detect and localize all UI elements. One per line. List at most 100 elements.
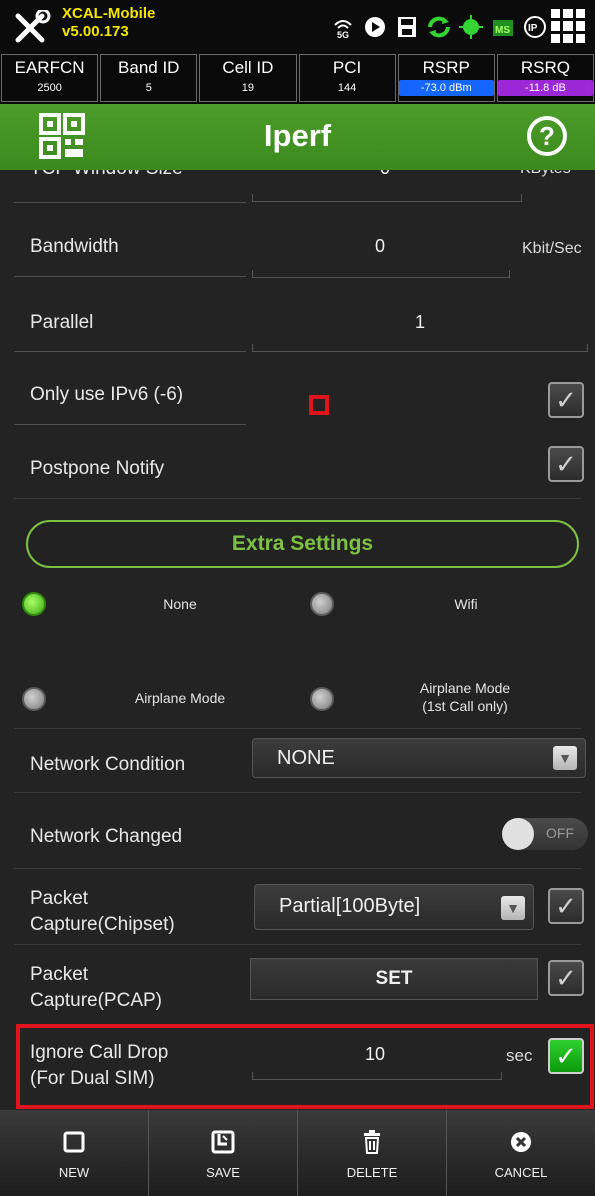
tcp-window-unit: KBytes (520, 170, 571, 178)
network-changed-label: Network Changed (30, 826, 183, 847)
network-condition-value: NONE (277, 747, 335, 769)
new-icon (59, 1127, 89, 1157)
ipv6-label: Only use IPv6 (-6) (30, 384, 184, 405)
delete-button[interactable]: DELETE (298, 1110, 447, 1196)
5g-signal-icon: 5G (330, 14, 356, 40)
tools-icon[interactable] (12, 10, 52, 44)
metric-label: Band ID (118, 58, 180, 77)
ignore-call-drop-checkbox[interactable]: ✓ (548, 1038, 584, 1074)
metric-value: 19 (241, 82, 255, 94)
save-icon (394, 14, 420, 40)
metric-value: -11.8 dB (497, 80, 594, 96)
cancel-icon (506, 1127, 536, 1157)
metric-band-id: Band ID 5 (100, 54, 198, 102)
packet-chipset-checkbox[interactable]: ✓ (548, 888, 584, 924)
status-bar: XCAL-Mobile v5.00.173 5G MS IP (0, 0, 595, 52)
new-label: NEW (58, 1164, 90, 1180)
grid-menu-icon[interactable] (551, 9, 585, 43)
ignore-call-drop-label: Ignore Call Drop (30, 1042, 169, 1063)
radio-airplane-first-call-label: Airplane Mode (419, 680, 511, 696)
chevron-down-icon: ▼ (553, 746, 577, 770)
status-icons: 5G MS IP (330, 12, 548, 42)
app-name: XCAL-Mobile (62, 5, 156, 22)
postpone-checkbox[interactable]: ✓ (548, 446, 584, 482)
tcp-window-row: TCP Window Size 0 KBytes (0, 170, 595, 208)
highlight-marker (309, 395, 329, 415)
metric-rsrp: RSRP -73.0 dBm (397, 54, 495, 102)
chevron-down-icon: ▼ (501, 896, 525, 920)
new-button[interactable]: NEW (0, 1110, 149, 1196)
radio-wifi-label: Wifi (454, 596, 478, 612)
ignore-call-drop-sublabel: (For Dual SIM) (30, 1068, 155, 1089)
help-icon[interactable]: ? (527, 116, 567, 156)
packet-pcap-checkbox[interactable]: ✓ (548, 960, 584, 996)
postpone-row: Postpone Notify ✓ (0, 446, 595, 506)
radio-airplane-label: Airplane Mode (134, 690, 226, 706)
network-condition-label: Network Condition (30, 754, 186, 775)
toggle-knob (502, 818, 534, 850)
ipv6-row: Only use IPv6 (-6) ✓ (0, 380, 595, 440)
bandwidth-label: Bandwidth (30, 236, 119, 257)
bandwidth-unit: Kbit/Sec (522, 240, 582, 257)
app-header: Iperf ? (0, 104, 595, 170)
ipv6-checkbox[interactable]: ✓ (548, 382, 584, 418)
radio-airplane[interactable] (22, 687, 46, 711)
trash-icon (357, 1127, 387, 1157)
parallel-label: Parallel (30, 312, 94, 333)
radio-none[interactable] (22, 592, 46, 616)
metric-label: PCI (332, 58, 362, 77)
packet-chipset-label: Packet (30, 888, 89, 909)
highlight-box (16, 1024, 594, 1109)
cancel-button[interactable]: CANCEL (447, 1110, 595, 1196)
settings-content[interactable]: TCP Window Size 0 KBytes Bandwidth 0 Kbi… (0, 170, 595, 1110)
save-icon (208, 1127, 238, 1157)
gps-icon (458, 14, 484, 40)
play-icon (362, 14, 388, 40)
radio-airplane-first-call-sublabel: (1st Call only) (422, 698, 508, 714)
radio-wifi[interactable] (310, 592, 334, 616)
metric-pci: PCI 144 (298, 54, 396, 102)
sync-icon (426, 14, 452, 40)
metric-label: RSRQ (520, 58, 570, 77)
svg-text:5G: 5G (337, 30, 349, 39)
pcap-set-button[interactable]: SET (250, 958, 538, 1000)
metric-earfcn: EARFCN 2500 (1, 54, 99, 102)
metric-label: EARFCN (14, 58, 85, 77)
ignore-call-drop-unit: sec (506, 1046, 533, 1065)
metric-label: RSRP (422, 58, 470, 77)
packet-pcap-sublabel: Capture(PCAP) (30, 990, 162, 1011)
extra-settings-button[interactable]: Extra Settings (26, 520, 579, 568)
radio-airplane-first-call[interactable] (310, 687, 334, 711)
network-changed-toggle[interactable]: OFF (502, 818, 588, 850)
network-condition-select[interactable]: NONE ▼ (252, 738, 586, 778)
parallel-value[interactable]: 1 (340, 312, 500, 333)
packet-chipset-value: Partial[100Byte] (279, 895, 421, 917)
radio-none-label: None (163, 596, 197, 612)
metric-value: 144 (337, 82, 357, 94)
bandwidth-value[interactable]: 0 (300, 236, 460, 257)
delete-label: DELETE (346, 1164, 398, 1180)
metric-value: 5 (145, 82, 152, 94)
metric-value: -73.0 dBm (398, 80, 494, 96)
metric-label: Cell ID (222, 58, 274, 77)
ip-icon: IP (522, 14, 548, 40)
cancel-label: CANCEL (494, 1164, 548, 1180)
packet-chipset-sublabel: Capture(Chipset) (30, 914, 175, 935)
metrics-bar: EARFCN 2500 Band ID 5 Cell ID 19 PCI 144… (0, 52, 595, 104)
svg-text:MS: MS (495, 25, 510, 36)
save-button[interactable]: SAVE (149, 1110, 298, 1196)
app-version: v5.00.173 (62, 23, 129, 40)
ms-icon: MS (490, 14, 516, 40)
tcp-window-label: TCP Window Size (30, 170, 183, 180)
packet-chipset-select[interactable]: Partial[100Byte] ▼ (254, 884, 534, 930)
page-title: Iperf (263, 118, 332, 153)
packet-pcap-label: Packet (30, 964, 89, 985)
tcp-window-value[interactable]: 0 (300, 170, 470, 179)
save-label: SAVE (206, 1164, 240, 1180)
toggle-state: OFF (546, 825, 574, 841)
parallel-row: Parallel 1 (0, 308, 595, 368)
metric-cell-id: Cell ID 19 (199, 54, 297, 102)
ignore-call-drop-value[interactable]: 10 (300, 1044, 450, 1065)
metric-rsrq: RSRQ -11.8 dB (496, 54, 595, 102)
metric-value: 2500 (37, 82, 62, 94)
